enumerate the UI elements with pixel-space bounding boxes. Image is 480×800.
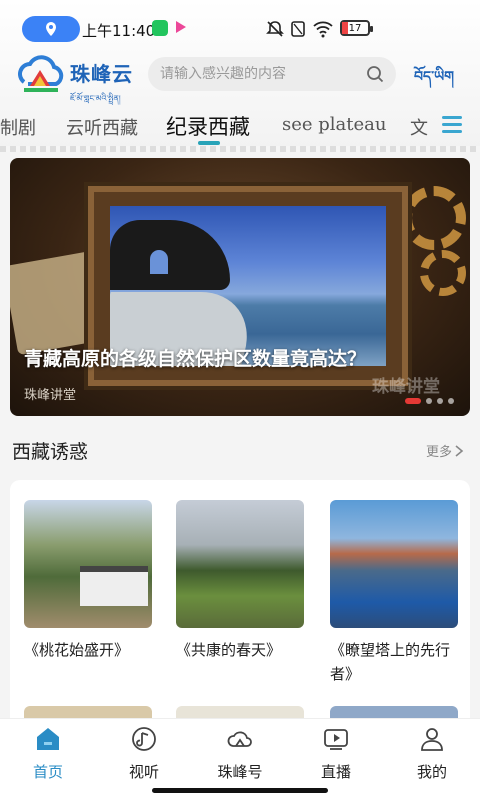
- tab-see-plateau[interactable]: see plateau: [282, 114, 386, 135]
- location-pill: [22, 16, 80, 42]
- nav-label: 视听: [128, 763, 159, 781]
- tab-culture[interactable]: 文: [410, 114, 428, 140]
- search-bar[interactable]: [148, 57, 396, 91]
- gear-decoration: [420, 250, 466, 296]
- decorative-border: [0, 146, 480, 152]
- content-panel: 《桃花始盛开》 《共康的春天》 《瞭望塔上的先行者》: [10, 480, 470, 730]
- brand: 珠峰云 ཇོ་མོ་གླང་མའི་སྤྲིན།: [70, 58, 133, 112]
- nav-label: 首页: [32, 763, 63, 781]
- cloud-icon: [227, 731, 252, 747]
- carousel-dot[interactable]: [426, 398, 432, 404]
- nav-label: 珠峰号: [217, 763, 263, 781]
- more-label: 更多: [426, 445, 453, 460]
- active-tab-indicator: [198, 141, 220, 145]
- status-bar: 上午11:40 17: [0, 0, 480, 58]
- hero-banner[interactable]: 珠峰讲堂 青藏高原的各级自然保护区数量竟高达？ 珠峰讲堂: [10, 158, 470, 416]
- nav-label: 直播: [320, 763, 351, 781]
- channel-tabs: 制剧 云听西藏 纪录西藏 see plateau 文: [0, 108, 440, 144]
- rock-arch: [110, 220, 230, 290]
- wifi-icon: [313, 21, 333, 38]
- carousel-dot[interactable]: [448, 398, 454, 404]
- tab-drama[interactable]: 制剧: [0, 114, 36, 140]
- home-indicator[interactable]: [152, 788, 328, 793]
- list-item[interactable]: 《瞭望塔上的先行者》: [330, 500, 458, 686]
- chevron-right-icon: [455, 444, 464, 457]
- list-item[interactable]: 《桃花始盛开》: [24, 500, 152, 662]
- item-title: 《瞭望塔上的先行者》: [330, 641, 451, 683]
- banner-watermark: 珠峰讲堂: [372, 377, 440, 397]
- nav-profile[interactable]: 我的: [392, 725, 472, 782]
- status-time: 上午11:40: [82, 22, 156, 40]
- thumbnail-watchtower: [330, 500, 458, 628]
- battery-indicator: 17: [340, 20, 373, 36]
- music-icon: [132, 727, 156, 751]
- tab-tibet-audio[interactable]: 云听西藏: [66, 114, 138, 140]
- thumbnail-peach-blossom: [24, 500, 152, 628]
- wechat-icon: [152, 20, 168, 36]
- banner-title: 青藏高原的各级自然保护区数量竟高达？: [24, 348, 367, 370]
- thumbnail-gongkang: [176, 500, 304, 628]
- carousel-dots: [405, 398, 454, 404]
- tibetan-language-toggle[interactable]: བོད་ཡིག: [414, 60, 454, 100]
- banner-source: 珠峰讲堂: [24, 388, 77, 403]
- item-title: 《共康的春天》: [176, 641, 282, 659]
- live-icon: [324, 729, 348, 750]
- banner-photo: [110, 206, 386, 366]
- nav-audio-video[interactable]: 视听: [104, 725, 184, 782]
- location-icon: [46, 22, 56, 36]
- battery-level: 17: [348, 22, 362, 34]
- section-title: 西藏诱惑: [12, 441, 89, 463]
- menu-icon[interactable]: [442, 116, 462, 137]
- brand-name: 珠峰云: [70, 62, 133, 86]
- carousel-dot[interactable]: [437, 398, 443, 404]
- search-input[interactable]: [160, 66, 360, 82]
- sim-icon: [291, 21, 305, 37]
- nav-home[interactable]: 首页: [8, 725, 88, 782]
- gear-decoration: [402, 186, 466, 250]
- zhufeng-logo: [18, 55, 64, 92]
- home-icon: [37, 728, 59, 750]
- mute-bell-icon: [266, 21, 284, 37]
- more-link[interactable]: 更多: [426, 441, 464, 460]
- tab-documentary-tibet[interactable]: 纪录西藏: [166, 111, 250, 141]
- play-store-icon: [176, 21, 186, 33]
- nav-label: 我的: [416, 763, 447, 781]
- carousel-dot-active[interactable]: [405, 398, 421, 404]
- search-icon[interactable]: [366, 65, 384, 83]
- list-item[interactable]: 《共康的春天》: [176, 500, 304, 662]
- nav-live[interactable]: 直播: [296, 725, 376, 782]
- item-title: 《桃花始盛开》: [24, 641, 130, 659]
- nav-zhufeng-account[interactable]: 珠峰号: [200, 725, 280, 782]
- user-icon: [421, 728, 443, 751]
